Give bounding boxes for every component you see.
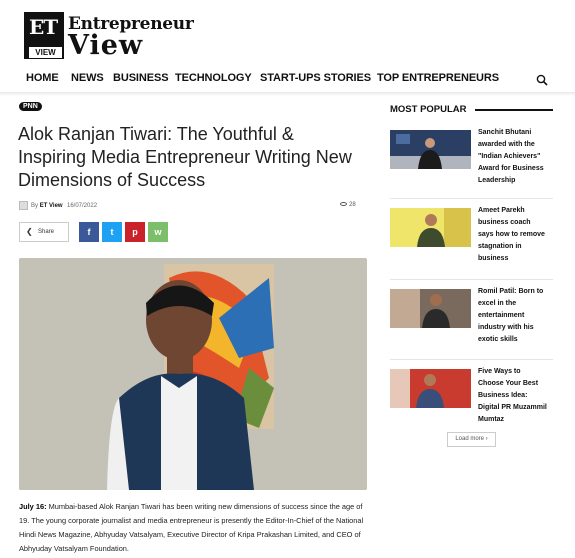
share-icon: ❮ — [26, 227, 33, 236]
view-count: 28 — [340, 202, 356, 208]
facebook-share-button[interactable]: f — [79, 222, 99, 242]
popular-item-title[interactable]: Romil Patil: Born to excel in the entert… — [478, 286, 548, 346]
main-nav: HOME NEWS BUSINESS TECHNOLOGY START-UPS … — [0, 66, 575, 90]
popular-separator — [390, 279, 553, 280]
logo-mark: ET VIEW — [24, 12, 64, 59]
nav-item-business[interactable]: BUSINESS — [113, 72, 169, 84]
popular-item-thumbnail[interactable] — [390, 208, 471, 247]
nav-item-home[interactable]: HOME — [26, 72, 59, 84]
eye-icon — [340, 202, 347, 207]
load-more-button[interactable]: Load more › — [447, 432, 496, 447]
popular-item[interactable]: Ameet Parekh business coach says how to … — [390, 205, 550, 276]
whatsapp-share-button[interactable]: w — [148, 222, 168, 242]
most-popular-rule — [475, 109, 553, 111]
article-body: July 16: Mumbai-based Alok Ranjan Tiwari… — [19, 500, 369, 556]
article-hero-image — [19, 258, 367, 490]
share-label: Share — [38, 229, 55, 235]
article-title: Alok Ranjan Tiwari: The Youthful & Inspi… — [18, 124, 352, 190]
nav-divider — [0, 92, 575, 96]
site-logo[interactable]: ET VIEW Entrepreneur View — [24, 12, 194, 61]
chevron-right-icon: › — [485, 436, 488, 442]
popular-item[interactable]: Five Ways to Choose Your Best Business I… — [390, 366, 550, 437]
popular-item-title[interactable]: Five Ways to Choose Your Best Business I… — [478, 366, 548, 426]
author-avatar — [19, 201, 28, 210]
logo-word-view: View — [68, 30, 144, 61]
popular-item[interactable]: Romil Patil: Born to excel in the entert… — [390, 286, 550, 357]
logo-mark-text: ET — [29, 15, 58, 39]
nav-item-technology[interactable]: TECHNOLOGY — [175, 72, 252, 84]
category-badge[interactable]: PNN — [19, 102, 42, 111]
popular-separator — [390, 359, 553, 360]
popular-separator — [390, 198, 553, 199]
nav-item-top-entrepreneurs[interactable]: TOP ENTREPRENEURS — [377, 72, 499, 84]
author-name[interactable]: ET View — [40, 203, 63, 209]
author-byline[interactable]: By ET View — [31, 203, 63, 209]
popular-item-thumbnail[interactable] — [390, 130, 471, 169]
popular-item-title[interactable]: Ameet Parekh business coach says how to … — [478, 205, 548, 265]
popular-item-thumbnail[interactable] — [390, 289, 471, 328]
most-popular-heading: MOST POPULAR — [390, 104, 467, 115]
nav-item-news[interactable]: NEWS — [71, 72, 104, 84]
search-icon[interactable] — [536, 74, 548, 86]
pinterest-share-button[interactable]: p — [125, 222, 145, 242]
popular-item[interactable]: Sanchit Bhutani awarded with the "Indian… — [390, 127, 550, 198]
share-button[interactable]: ❮ Share — [19, 222, 69, 242]
popular-item-title[interactable]: Sanchit Bhutani awarded with the "Indian… — [478, 127, 548, 187]
article-dateline: July 16: — [19, 502, 47, 511]
popular-item-thumbnail[interactable] — [390, 369, 471, 408]
article-body-text: Mumbai-based Alok Ranjan Tiwari has been… — [19, 502, 364, 553]
logo-mark-sub: VIEW — [29, 47, 62, 58]
nav-item-start-ups-stories[interactable]: START-UPS STORIES — [260, 72, 371, 84]
publish-date: 16/07/2022 — [67, 203, 98, 209]
twitter-share-button[interactable]: t — [102, 222, 122, 242]
